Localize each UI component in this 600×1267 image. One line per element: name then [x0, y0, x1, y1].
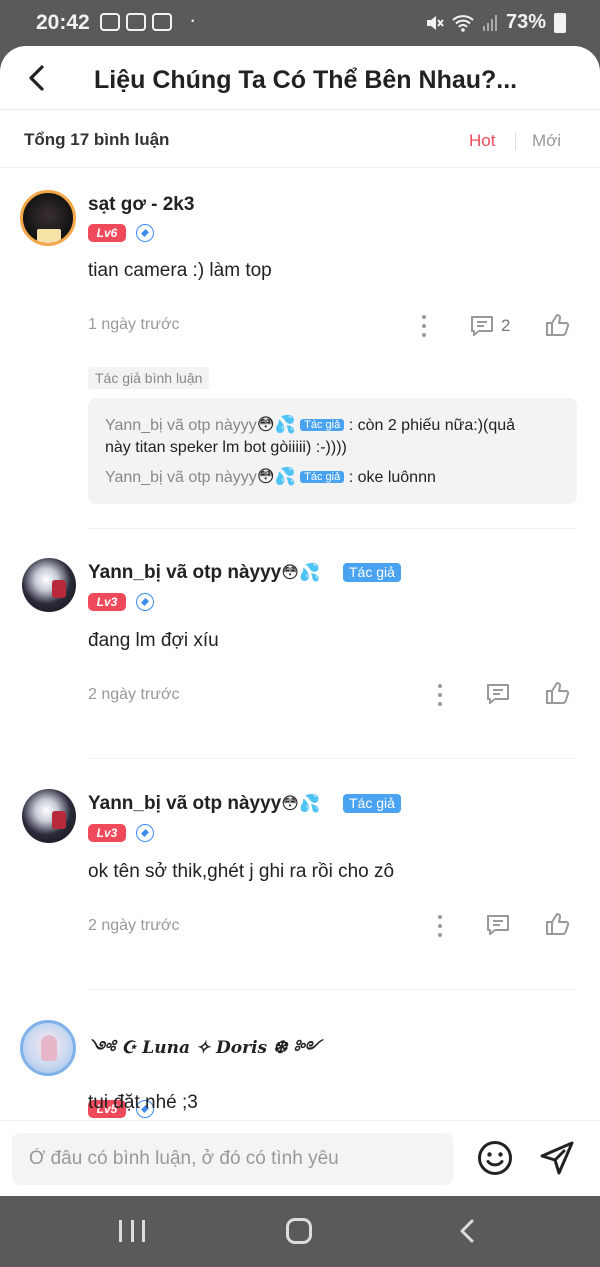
replies-box[interactable]: Yann_bị vã otp nàyyy😳💦 Tác giả : còn 2 p…: [88, 398, 577, 504]
book-badge-icon: [37, 229, 61, 243]
avatar-figure: [41, 1035, 57, 1061]
reply-icon[interactable]: [485, 913, 511, 937]
vip-diamond-icon: [136, 224, 154, 242]
divider: [88, 758, 576, 759]
author-tag: Tác giả: [300, 471, 345, 483]
comment-text: tian camera :) làm top: [88, 260, 272, 281]
comment-time: 2 ngày trước: [88, 686, 180, 703]
clock: 20:42: [36, 11, 90, 34]
divider: [88, 528, 576, 529]
reply-item: Yann_bị vã otp nàyyy😳💦 Tác giả : oke luô…: [105, 466, 436, 489]
reply-text-continued: này titan speker lm bot gòiiiii) :-)))): [105, 439, 347, 456]
author-tag: Tác giả: [343, 563, 401, 582]
comment-count: Tổng 17 bình luận: [24, 130, 170, 149]
comment-text: tui đặt nhé ;3: [88, 1092, 198, 1113]
flushed-emoji: 😳💦: [256, 467, 296, 486]
comments-sheet: Liệu Chúng Ta Có Thể Bên Nhau?... Tổng 1…: [0, 46, 600, 1196]
comment-text: ok tên sở thik,ghét j ghi ra rồi cho zô: [88, 861, 395, 882]
like-icon[interactable]: [544, 312, 570, 338]
divider: [88, 989, 576, 990]
youtube-notification-icon: [126, 13, 146, 31]
mute-icon: [426, 15, 444, 30]
like-icon[interactable]: [544, 911, 570, 937]
username[interactable]: Yann_bị vã otp nàyyy😳💦: [88, 793, 320, 815]
battery-percentage: 73%: [505, 11, 546, 33]
sort-new-tab[interactable]: Mới: [532, 131, 561, 151]
comment-time: 1 ngày trước: [88, 316, 180, 333]
gallery-notification-icon: [100, 13, 120, 31]
sort-divider: [515, 132, 516, 150]
flushed-emoji: 😳💦: [256, 415, 296, 434]
more-options-icon[interactable]: [421, 315, 427, 337]
comment-item: Yann_bị vã otp nàyyy😳💦 Tác giả Lv3 ok tê…: [0, 777, 600, 1008]
system-navigation-bar: [0, 1196, 600, 1267]
username[interactable]: sạt gơ - 2k3: [88, 194, 194, 216]
wifi-icon: [452, 14, 474, 32]
vip-diamond-icon: [136, 593, 154, 611]
emoji-button[interactable]: [476, 1139, 514, 1177]
vip-diamond-icon: [136, 824, 154, 842]
author-tag: Tác giả: [343, 794, 401, 813]
username[interactable]: ༺ ☪ Luna ✧ Doris ❆ ༻: [88, 1028, 320, 1076]
reply-count: 2: [501, 316, 511, 335]
sort-hot-tab[interactable]: Hot: [469, 131, 495, 151]
username[interactable]: Yann_bị vã otp nàyyy😳💦: [88, 562, 320, 584]
notification-icons: [100, 13, 172, 31]
recent-apps-button[interactable]: [119, 1220, 145, 1242]
comment-item: sạt gơ - 2k3 Lv6 tian camera :) làm top …: [0, 170, 600, 582]
level-badge: Lv6: [88, 224, 126, 242]
more-options-icon[interactable]: [437, 915, 443, 937]
avatar-accent: [52, 811, 66, 829]
comment-input-wrapper: [12, 1133, 453, 1185]
reply-author[interactable]: Yann_bị vã otp nàyyy: [105, 469, 257, 486]
flushed-emoji: 😳💦: [281, 794, 321, 813]
chevron-left-icon: [29, 65, 44, 91]
system-icons: 73%: [424, 11, 566, 34]
avatar[interactable]: [22, 789, 76, 843]
comment-input[interactable]: [12, 1133, 453, 1185]
reply-icon[interactable]: [469, 314, 495, 338]
page-title: Liệu Chúng Ta Có Thể Bên Nhau?...: [94, 66, 518, 94]
level-badge: Lv3: [88, 824, 126, 842]
comment-item: Yann_bị vã otp nàyyy😳💦 Tác giả Lv3 đang …: [0, 546, 600, 777]
battery-icon: [554, 12, 566, 33]
more-notifications-dot: ·: [189, 7, 197, 32]
more-options-icon[interactable]: [437, 684, 443, 706]
like-icon[interactable]: [544, 680, 570, 706]
reply-icon[interactable]: [485, 682, 511, 706]
avatar[interactable]: [22, 558, 76, 612]
comment-time: 2 ngày trước: [88, 917, 180, 934]
sort-bar: Tổng 17 bình luận Hot Mới: [0, 110, 600, 168]
youtube-notification-icon: [152, 13, 172, 31]
home-button[interactable]: [286, 1218, 312, 1244]
author-comment-label: Tác giả bình luận: [88, 367, 210, 389]
reply-author[interactable]: Yann_bị vã otp nàyyy: [105, 417, 257, 434]
comment-text: đang lm đợi xíu: [88, 630, 219, 651]
avatar[interactable]: [20, 1020, 76, 1076]
reply-item: Yann_bị vã otp nàyyy😳💦 Tác giả : còn 2 p…: [105, 414, 565, 459]
header: Liệu Chúng Ta Có Thể Bên Nhau?...: [0, 46, 600, 110]
comment-input-bar: [0, 1120, 600, 1196]
flushed-emoji: 😳💦: [281, 563, 321, 582]
avatar[interactable]: [20, 190, 76, 246]
status-bar: 20:42 · 73%: [0, 0, 600, 46]
signal-icon: [482, 14, 497, 31]
level-badge: Lv3: [88, 593, 126, 611]
author-tag: Tác giả: [300, 419, 345, 431]
send-button[interactable]: [538, 1139, 576, 1177]
reply-text: : còn 2 phiếu nữa:)(quả: [348, 417, 516, 434]
reply-text: : oke luônnn: [348, 469, 436, 486]
back-nav-button[interactable]: [456, 1218, 478, 1244]
avatar-accent: [52, 580, 66, 598]
back-button[interactable]: [18, 58, 54, 98]
